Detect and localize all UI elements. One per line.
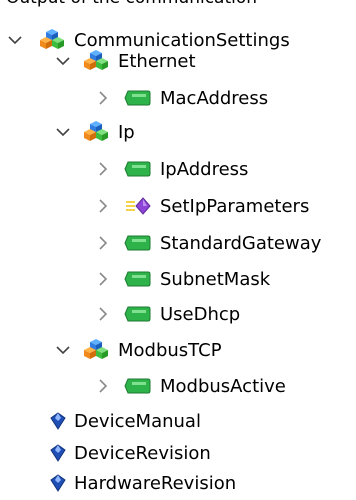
tree-node-label: Ethernet — [118, 50, 196, 72]
tree-node-label: StandardGateway — [160, 232, 322, 254]
tree-node-subnet-mask[interactable]: SubnetMask — [94, 262, 270, 296]
tree-node-label: IpAddress — [160, 158, 249, 180]
chevron-down-icon[interactable] — [54, 123, 72, 141]
cube-cluster-icon — [84, 339, 108, 359]
chevron-down-icon[interactable] — [6, 31, 24, 49]
tree-node-label: ModbusActive — [160, 375, 286, 397]
green-tag-icon — [124, 161, 151, 177]
green-tag-icon — [124, 235, 151, 251]
blue-gem-icon — [50, 412, 66, 430]
green-tag-icon — [124, 378, 151, 394]
tree-node-label: SetIpParameters — [160, 195, 310, 217]
tree-node-label: SubnetMask — [160, 268, 271, 290]
chevron-right-icon[interactable] — [94, 270, 112, 288]
cube-cluster-icon — [84, 50, 108, 70]
tree-node-label: Ip — [118, 121, 135, 143]
green-tag-icon — [124, 306, 151, 322]
chevron-right-icon[interactable] — [94, 89, 112, 107]
tree-node-modbus-active[interactable]: ModbusActive — [94, 369, 286, 403]
tree-node-mac-address[interactable]: MacAddress — [94, 81, 268, 115]
chevron-right-icon[interactable] — [94, 305, 112, 323]
chevron-right-icon[interactable] — [94, 377, 112, 395]
blue-gem-icon — [50, 474, 66, 492]
tree-node-modbus-tcp[interactable]: ModbusTCP — [54, 333, 222, 367]
tree-node-label: MacAddress — [160, 87, 269, 109]
tree-node-standard-gateway[interactable]: StandardGateway — [94, 226, 321, 260]
purple-diamond-method-icon — [126, 197, 151, 215]
chevron-right-icon[interactable] — [94, 197, 112, 215]
tree-node-device-manual[interactable]: DeviceManual — [50, 404, 201, 438]
tree-node-label: DeviceRevision — [74, 442, 211, 464]
tree-node-label: ModbusTCP — [118, 339, 222, 361]
cube-cluster-icon — [84, 121, 108, 141]
tree-node-device-revision[interactable]: DeviceRevision — [50, 436, 211, 470]
tree-node-use-dhcp[interactable]: UseDhcp — [94, 297, 240, 331]
tree-node-ip[interactable]: Ip — [54, 115, 135, 149]
tree-node-ethernet[interactable]: Ethernet — [54, 44, 196, 78]
chevron-down-icon[interactable] — [54, 341, 72, 359]
chevron-down-icon[interactable] — [54, 52, 72, 70]
object-tree[interactable]: CommunicationSettings Ethernet MacAddres… — [0, 0, 356, 498]
blue-gem-icon — [50, 444, 66, 462]
tree-node-ip-address[interactable]: IpAddress — [94, 152, 248, 186]
green-tag-icon — [124, 271, 151, 287]
chevron-right-icon[interactable] — [94, 160, 112, 178]
green-tag-icon — [124, 90, 151, 106]
tree-node-label: HardwareRevision — [74, 472, 237, 494]
tree-node-hardware-revision[interactable]: HardwareRevision — [50, 466, 236, 500]
tree-node-label: DeviceManual — [74, 410, 201, 432]
tree-node-label: UseDhcp — [160, 303, 241, 325]
chevron-right-icon[interactable] — [94, 234, 112, 252]
tree-node-set-ip-parameters[interactable]: SetIpParameters — [94, 189, 309, 223]
